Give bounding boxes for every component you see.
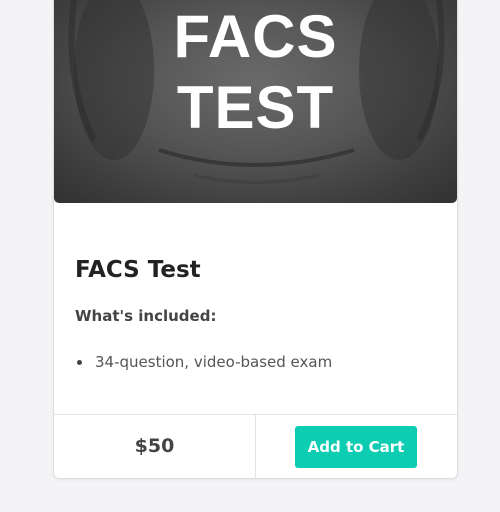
product-card: FACS TEST FACS Test What's included: 34-… — [53, 0, 458, 479]
product-title: FACS Test — [75, 257, 201, 283]
bullet-icon — [77, 360, 82, 365]
included-label: What's included: — [75, 307, 217, 325]
hero-title-line2: TEST — [176, 74, 335, 141]
card-footer: $50 Add to Cart — [54, 414, 457, 478]
feature-text: 34-question, video-based exam — [95, 353, 333, 371]
price-label: $50 — [134, 435, 175, 457]
add-to-cart-button[interactable]: Add to Cart — [295, 426, 417, 468]
feature-item: 34-question, video-based exam — [75, 351, 332, 373]
feature-list: 34-question, video-based exam — [75, 351, 332, 373]
product-hero-image: FACS TEST — [54, 0, 457, 203]
footer-divider — [255, 415, 256, 478]
hero-title-line1: FACS — [173, 3, 338, 70]
